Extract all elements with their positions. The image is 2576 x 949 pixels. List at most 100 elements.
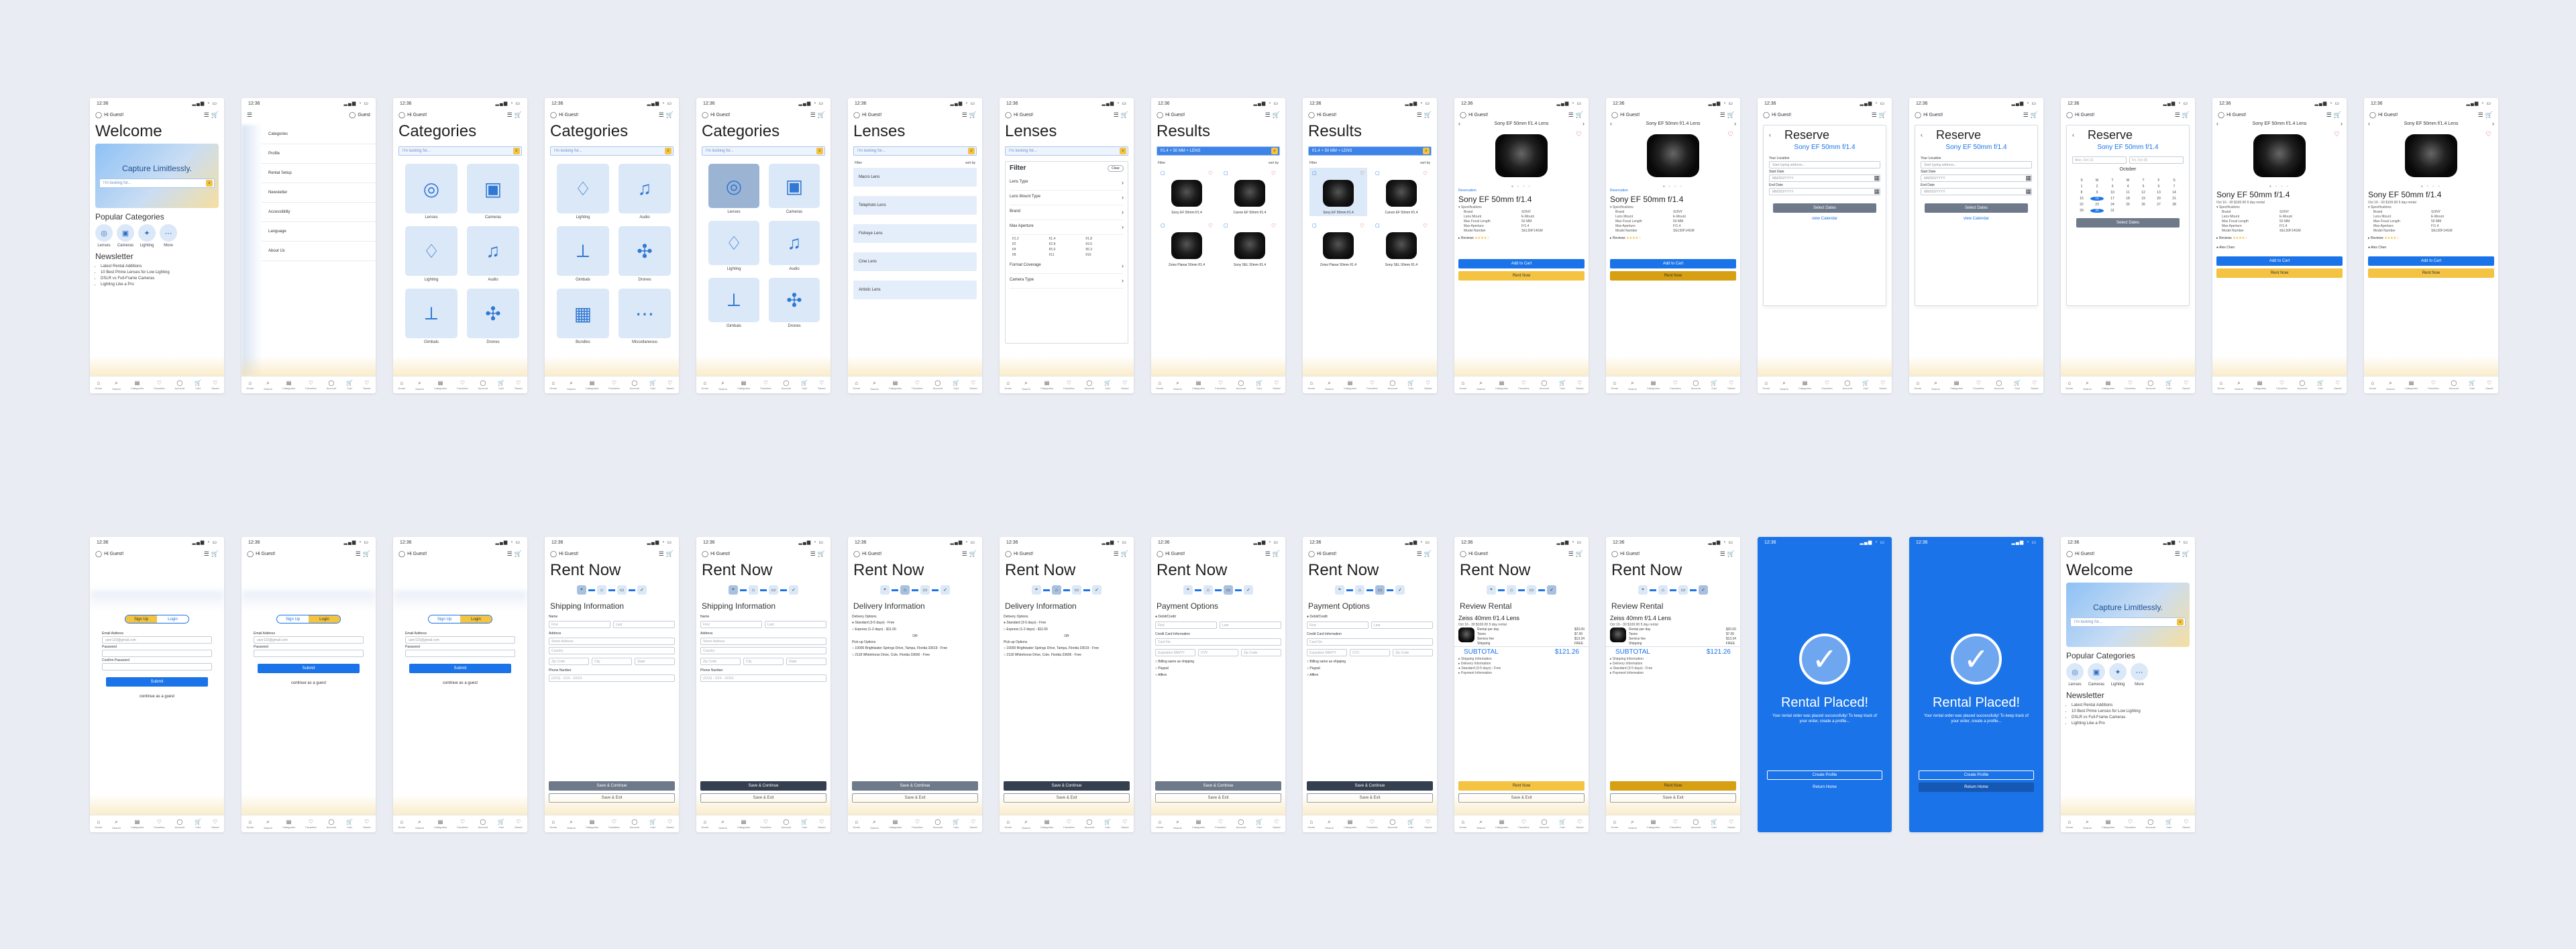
category-tile[interactable]: ♢ Lighting (405, 226, 458, 282)
nav-item[interactable]: ♡ Favorites (1215, 819, 1226, 829)
checkout-step[interactable]: ⌖ (1638, 585, 1648, 595)
nav-item[interactable]: ⌂ Home (1308, 380, 1316, 390)
chevron-left-icon[interactable]: ‹ (1458, 121, 1460, 127)
hamburger-icon[interactable]: ☰ (507, 111, 513, 118)
user-icon[interactable]: ◯ (1611, 550, 1618, 557)
compare-icon[interactable]: ▢ (1224, 223, 1228, 228)
rent-now-button[interactable]: Rent Now (1458, 271, 1585, 281)
nav-item[interactable]: ⌂ Home (1157, 819, 1164, 829)
nav-item[interactable]: ▤ Categories (434, 819, 447, 829)
standard-option[interactable]: Standard (3-5 days) - Free (852, 619, 978, 626)
street-input[interactable]: Street Address (549, 638, 675, 645)
nav-item[interactable]: ⌂ Home (2369, 380, 2377, 390)
checkout-step[interactable]: ⌂ (1658, 585, 1668, 595)
nav-item[interactable]: ▤ Categories (282, 819, 295, 829)
nav-item[interactable]: ▤ Categories (1344, 819, 1356, 829)
cvv-input[interactable]: CVV (1350, 649, 1390, 656)
submit-button[interactable]: Submit (258, 664, 360, 673)
nav-item[interactable]: ◯ Account (630, 380, 639, 390)
nav-item[interactable]: 🛒 Cart (649, 380, 656, 390)
search-input[interactable]: f/1.4 + 50 MM + LENS ⌕ (1308, 146, 1432, 156)
specifications-toggle[interactable]: ▾ Specifications (2212, 205, 2347, 210)
review-section-toggle[interactable]: ▸ Payment Information (1458, 671, 1585, 676)
popular-category[interactable]: ▣ Cameras (117, 224, 134, 248)
calendar-day[interactable]: 13 (2152, 191, 2165, 195)
reviews-toggle[interactable]: ▸ Reviews ★★★★☆ (2212, 234, 2347, 243)
card-number-input[interactable]: Card No. (1155, 638, 1281, 646)
cart-icon[interactable]: 🛒 (1424, 111, 1432, 118)
end-date-input[interactable]: MM/DD/YYYY ▦ (1769, 188, 1880, 195)
hamburger-icon[interactable]: ☰ (1720, 550, 1725, 557)
nav-item[interactable]: ◯ Account (1085, 819, 1094, 829)
search-icon[interactable]: ⌕ (2177, 619, 2184, 626)
nav-item[interactable]: ♡ Favorites (760, 819, 771, 829)
nav-item[interactable]: ♡ Saved (2182, 819, 2190, 829)
user-icon[interactable]: ◯ (2218, 111, 2224, 118)
nav-item[interactable]: ▤ Categories (1647, 380, 1660, 390)
aperture-checkbox[interactable]: f/4 (1012, 248, 1048, 252)
nav-item[interactable]: ♡ Favorites (1973, 380, 1984, 390)
nav-item[interactable]: ▤ Categories (586, 380, 598, 390)
product-card[interactable]: ▢ ♡ Zeiss Planar 50mm f/1.4 (1309, 220, 1367, 268)
popular-category[interactable]: ▣ Cameras (2088, 663, 2105, 687)
save-continue-button[interactable]: Save & Continue (700, 781, 826, 791)
nav-item[interactable]: ◯ Account (327, 819, 336, 829)
hamburger-icon[interactable]: ☰ (1114, 111, 1119, 118)
sign-up-tab[interactable]: Sign Up (429, 615, 460, 623)
nav-item[interactable]: ▤ Categories (282, 380, 295, 390)
billing-checkbox[interactable]: Billing same as shipping (1155, 658, 1281, 665)
nav-item[interactable]: ⌕ Search (870, 819, 879, 830)
checkout-step[interactable]: ✓ (1395, 585, 1405, 595)
nav-item[interactable]: ♡ Saved (1576, 819, 1583, 829)
popular-category[interactable]: ◎ Lenses (95, 224, 113, 248)
review-section-toggle[interactable]: ● Standard (3-5 days) - Free (1458, 666, 1585, 671)
nav-item[interactable]: 🛒 Cart (1559, 380, 1566, 390)
nav-item[interactable]: ♡ Saved (2182, 380, 2190, 390)
cart-icon[interactable]: 🛒 (666, 111, 674, 118)
chevron-left-icon[interactable]: ‹ (1921, 132, 1923, 138)
compare-icon[interactable]: ▢ (1312, 223, 1317, 228)
user-icon[interactable]: ◯ (702, 111, 708, 118)
specifications-toggle[interactable]: ▾ Specifications (1454, 205, 1589, 210)
checkout-step[interactable]: ▭ (617, 585, 627, 595)
nav-item[interactable]: ♡ Favorites (608, 819, 619, 829)
nav-item[interactable]: ⌂ Home (2066, 819, 2074, 829)
nav-item[interactable]: ♡ Favorites (912, 380, 922, 390)
nav-item[interactable]: ◯ Account (175, 380, 184, 390)
nav-item[interactable]: ▤ Categories (131, 819, 144, 829)
cart-icon[interactable]: 🛒 (818, 111, 825, 118)
pickup-option[interactable]: 2118 Whitehorse Drive, Cole, Florida 336… (852, 652, 978, 658)
nav-item[interactable]: ◯ Account (933, 819, 943, 829)
affirm-option[interactable]: Affirm (1307, 672, 1433, 679)
hamburger-icon[interactable]: ☰ (810, 111, 816, 118)
nav-item[interactable]: ⌕ Search (264, 380, 272, 391)
country-input[interactable]: Country (549, 647, 675, 654)
create-profile-button[interactable]: Create Profile (1919, 770, 2034, 780)
nav-item[interactable]: ⌕ Search (2235, 380, 2243, 391)
nav-item[interactable]: 🛒 Cart (2469, 380, 2475, 390)
nav-item[interactable]: 🛒 Cart (195, 380, 201, 390)
checkout-step[interactable]: ▭ (920, 585, 930, 595)
popular-category[interactable]: ⋯ More (2131, 663, 2148, 687)
user-icon[interactable]: ◯ (1157, 111, 1163, 118)
aperture-checkbox[interactable]: f/5.6 (1049, 248, 1085, 252)
calendar-day[interactable]: 5 (2137, 185, 2150, 189)
review-section-toggle[interactable]: ▸ Payment Information (1610, 671, 1736, 676)
newsletter-item[interactable]: DSLR vs Full-Frame Cameras (101, 276, 219, 282)
search-icon[interactable]: ⌕ (1271, 148, 1278, 154)
save-continue-button[interactable]: Save & Continue (1004, 781, 1130, 791)
hamburger-icon[interactable]: ☰ (659, 550, 664, 557)
nav-item[interactable]: ⌕ Search (1173, 819, 1182, 830)
nav-item[interactable]: 🛒 Cart (1407, 819, 1414, 829)
nav-item[interactable]: 🛒 Cart (801, 380, 808, 390)
nav-item[interactable]: ◯ Account (1236, 819, 1246, 829)
aperture-checkbox[interactable]: f/16 (1085, 253, 1121, 257)
category-tile[interactable]: ♢ Lighting (708, 221, 759, 271)
search-icon[interactable]: ⌕ (1120, 148, 1126, 154)
add-to-cart-button[interactable]: Add to Cart (1610, 259, 1736, 268)
nav-item[interactable]: ♡ Saved (211, 819, 219, 829)
submit-button[interactable]: Submit (409, 664, 511, 673)
search-input[interactable]: I'm looking for... ⌕ (702, 146, 825, 156)
calendar-day[interactable]: 12 (2137, 191, 2150, 195)
nav-item[interactable]: ♡ Saved (1121, 380, 1128, 390)
